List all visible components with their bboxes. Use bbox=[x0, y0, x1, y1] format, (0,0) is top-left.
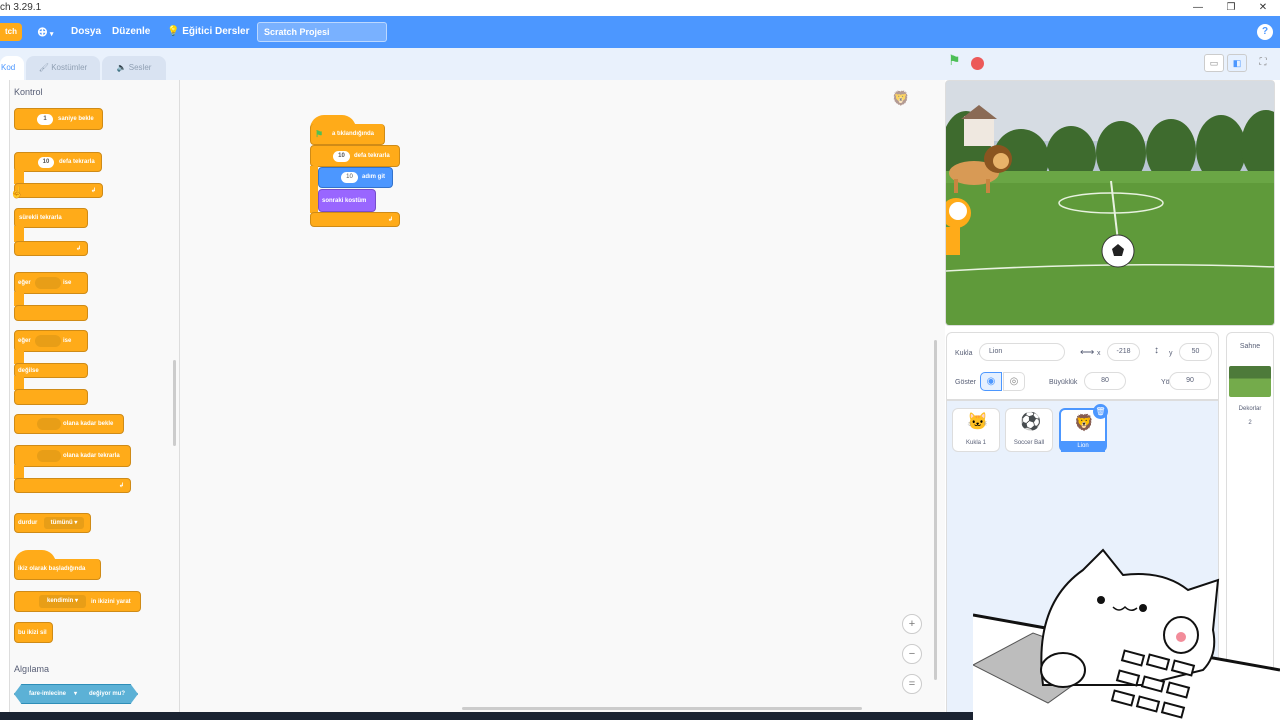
move-steps-block[interactable]: 10 adım git bbox=[318, 167, 393, 188]
lion-watermark-icon: 🦁 bbox=[892, 90, 910, 106]
edit-menu[interactable]: Düzenle bbox=[112, 16, 150, 48]
fullscreen-icon[interactable]: ⛶ bbox=[1253, 54, 1273, 72]
script-repeat-block[interactable]: 10 defa tekrarla bbox=[310, 145, 400, 167]
stage-canvas[interactable] bbox=[945, 80, 1275, 326]
stop-dropdown[interactable]: tümünü ▾ bbox=[44, 517, 84, 529]
tutorials-menu[interactable]: 💡 Eğitici Dersler bbox=[167, 16, 250, 48]
delete-clone-block[interactable]: bu ikizi sil bbox=[14, 622, 53, 643]
next-costume-block[interactable]: sonraki kostüm bbox=[318, 189, 376, 212]
condition-slot[interactable] bbox=[37, 418, 61, 430]
palette-scrollbar[interactable] bbox=[173, 360, 176, 446]
zoom-in-button[interactable]: + bbox=[902, 614, 922, 634]
sprite-info-panel: Kukla Lion ⟷ x -218 ↕ y 50 Göster ◉ ◎ Bü… bbox=[946, 332, 1219, 400]
menu-bar: tch ⊕ ▾ Dosya Düzenle 💡 Eğitici Dersler … bbox=[0, 16, 1280, 48]
stage-title: Sahne bbox=[1239, 343, 1261, 350]
soccer-ball-sprite[interactable] bbox=[1101, 234, 1135, 268]
move-steps-input[interactable]: 10 bbox=[341, 172, 358, 183]
backdrop-thumbnail[interactable] bbox=[1229, 366, 1271, 397]
help-icon[interactable]: ? bbox=[1257, 24, 1273, 40]
wait-input[interactable]: 1 bbox=[37, 114, 53, 125]
direction-input[interactable]: 90 bbox=[1169, 372, 1211, 390]
condition-slot[interactable] bbox=[35, 277, 61, 289]
size-input[interactable]: 80 bbox=[1084, 372, 1126, 390]
green-flag-button[interactable]: ⚑ bbox=[948, 53, 961, 67]
hand-cursor-icon: ☝ bbox=[10, 187, 24, 199]
condition-slot[interactable] bbox=[37, 450, 61, 462]
palette-category-title: Kontrol bbox=[14, 87, 43, 97]
forever-block[interactable]: sürekli tekrarla bbox=[14, 208, 88, 228]
y-arrows-icon: ↕ bbox=[1154, 345, 1159, 356]
sprite-label: Kukla bbox=[955, 350, 973, 357]
sensing-category-title: Algılama bbox=[14, 664, 50, 674]
sprite-name-input[interactable]: Lion bbox=[979, 343, 1065, 361]
x-position-input[interactable]: -218 bbox=[1107, 343, 1140, 361]
category-strip[interactable] bbox=[0, 80, 10, 720]
horizontal-scrollbar[interactable] bbox=[462, 707, 862, 710]
speaker-icon: 🔈 bbox=[116, 63, 127, 72]
script-repeat-end: ↲ bbox=[310, 212, 400, 227]
brush-icon: 🖌 bbox=[38, 63, 49, 72]
vertical-scrollbar[interactable] bbox=[934, 340, 937, 680]
tab-sounds[interactable]: 🔈 Sesler bbox=[102, 56, 166, 80]
project-title-input[interactable]: Scratch Projesi bbox=[257, 22, 387, 42]
backdrops-count: 2 bbox=[1248, 420, 1252, 426]
block-palette[interactable]: Kontrol 1 saniye bekle 10 defa tekrarla … bbox=[0, 80, 180, 720]
clone-dropdown[interactable]: kendimin ▾ bbox=[39, 595, 86, 608]
tab-code[interactable]: Kod bbox=[0, 56, 24, 80]
stop-button[interactable] bbox=[971, 57, 984, 70]
sprite-tile[interactable]: 🐱 Kukla 1 bbox=[952, 408, 1000, 452]
bongo-cat-overlay bbox=[971, 545, 1280, 720]
zoom-reset-button[interactable]: = bbox=[902, 674, 922, 694]
scratch-logo[interactable]: tch bbox=[0, 23, 22, 41]
forever-end: ↲ bbox=[14, 241, 88, 256]
condition-slot[interactable] bbox=[35, 335, 61, 347]
if-block[interactable]: eğer ise bbox=[14, 272, 88, 294]
green-flag-icon: ⚑ bbox=[315, 129, 324, 139]
maximize-button[interactable]: ❐ bbox=[1220, 0, 1242, 16]
repeat-block[interactable]: 10 defa tekrarla bbox=[14, 152, 102, 172]
cat-sprite-icon: 🐱 bbox=[967, 412, 989, 431]
window-title: ch 3.29.1 bbox=[0, 2, 42, 13]
when-flag-clicked-block[interactable]: ⚑ a tıklandığında bbox=[310, 124, 385, 145]
sprite-tile[interactable]: ⚽ Soccer Ball bbox=[1005, 408, 1053, 452]
lightbulb-icon: 💡 bbox=[167, 26, 180, 37]
if-else-block[interactable]: eğer ise bbox=[14, 330, 88, 352]
stage-header: ⚑ ▭ ◧ ⛶ bbox=[945, 48, 1280, 80]
show-eye-icon[interactable]: ◉ bbox=[980, 372, 1002, 391]
tab-costumes[interactable]: 🖌 Kostümler bbox=[26, 56, 100, 80]
backdrops-label: Dekorlar bbox=[1238, 406, 1262, 412]
when-clone-starts-block[interactable]: ikiz olarak başladığında bbox=[14, 559, 101, 580]
script-area[interactable]: 🦁 ⚑ a tıklandığında 10 defa tekrarla 10 … bbox=[180, 80, 945, 720]
show-label: Göster bbox=[955, 379, 977, 386]
zoom-out-button[interactable]: − bbox=[902, 644, 922, 664]
trash-icon[interactable]: 🗑 bbox=[1093, 404, 1108, 419]
large-stage-icon[interactable]: ◧ bbox=[1227, 54, 1247, 72]
size-label: Büyüklük bbox=[1049, 379, 1078, 386]
close-button[interactable]: ✕ bbox=[1252, 0, 1274, 16]
wait-block[interactable]: 1 saniye bekle bbox=[14, 108, 103, 130]
minimize-button[interactable]: — bbox=[1187, 0, 1209, 16]
file-menu[interactable]: Dosya bbox=[71, 16, 101, 48]
wait-until-block[interactable]: olana kadar bekle bbox=[14, 414, 124, 434]
hide-eye-icon[interactable]: ◎ bbox=[1003, 372, 1025, 391]
taskbar bbox=[0, 712, 973, 720]
window-title-bar: ch 3.29.1 — ❐ ✕ bbox=[0, 0, 1280, 16]
globe-icon[interactable]: ⊕ ▾ bbox=[37, 16, 53, 48]
editor-tabs: Kod 🖌 Kostümler 🔈 Sesler ⚑ bbox=[0, 48, 984, 80]
touching-block[interactable]: fare-imlecine ▾ değiyor mu? bbox=[14, 684, 138, 704]
script-repeat-input[interactable]: 10 bbox=[333, 151, 350, 162]
repeat-input[interactable]: 10 bbox=[38, 157, 54, 168]
repeat-until-block[interactable]: olana kadar tekrarla bbox=[14, 445, 131, 467]
y-position-input[interactable]: 50 bbox=[1179, 343, 1212, 361]
create-clone-block[interactable]: kendimin ▾ in ikizini yarat bbox=[14, 591, 141, 612]
stop-block[interactable]: durdur tümünü ▾ bbox=[14, 513, 91, 533]
repeat-end: ↲ bbox=[14, 183, 103, 198]
soccer-field-backdrop bbox=[946, 81, 1274, 325]
small-stage-icon[interactable]: ▭ bbox=[1204, 54, 1224, 72]
soccer-ball-icon: ⚽ bbox=[1020, 412, 1042, 431]
x-arrows-icon: ⟷ bbox=[1080, 347, 1095, 358]
lion-icon: 🦁 bbox=[1074, 415, 1094, 432]
